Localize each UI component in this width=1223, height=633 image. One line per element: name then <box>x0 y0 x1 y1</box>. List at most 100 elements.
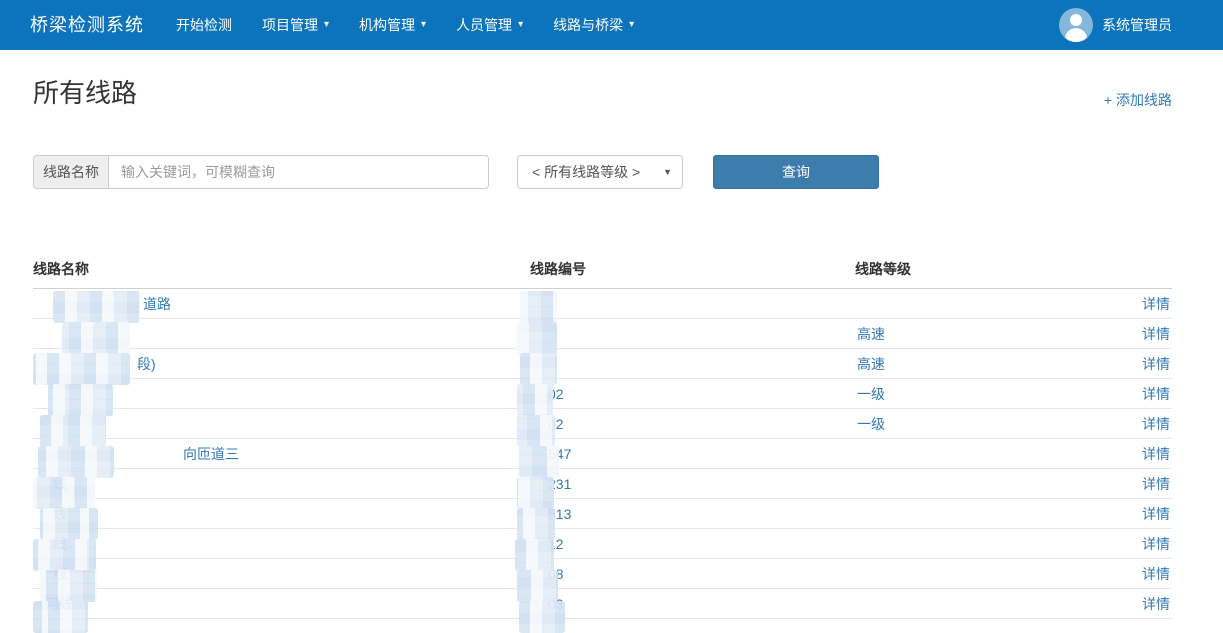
line-name-text: 河线 <box>33 596 73 612</box>
header-line-grade: 线路等级 <box>855 245 1139 289</box>
line-name-text: 线 <box>33 536 67 552</box>
detail-link[interactable]: 详情 <box>1142 386 1172 402</box>
line-number-text: 08 <box>530 566 564 582</box>
line-grade-cell: 高速 <box>855 319 1139 349</box>
table-header-row: 线路名称 线路编号 线路等级 <box>33 245 1172 289</box>
line-name-cell <box>33 319 530 349</box>
line-grade-text: 高速 <box>855 354 885 374</box>
line-grade-text: 一级 <box>855 384 885 404</box>
line-action-cell: 详情 <box>1139 379 1172 409</box>
line-level-select[interactable]: < 所有线路等级 > ▼ <box>517 155 683 189</box>
detail-link[interactable]: 详情 <box>1142 566 1172 582</box>
detail-link[interactable]: 详情 <box>1142 296 1172 312</box>
table-row: 向匝道三 547 详情 <box>33 439 1172 469</box>
line-number-cell: 231 <box>530 469 855 499</box>
detail-link[interactable]: 详情 <box>1142 536 1172 552</box>
line-grade-cell: 一级 <box>855 409 1139 439</box>
line-number-cell <box>530 319 855 349</box>
header-action <box>1139 245 1172 289</box>
table-row: 线 12 详情 <box>33 529 1172 559</box>
line-number-cell: 02 <box>530 379 855 409</box>
line-name-cell: 线 <box>33 529 530 559</box>
user-menu[interactable]: 系统管理员 <box>1059 0 1172 50</box>
select-caret-down-icon: ▼ <box>663 167 672 177</box>
nav-item-label: 机构管理 <box>359 0 415 50</box>
keyword-input[interactable] <box>108 155 489 189</box>
table-row: 道路 详情 <box>33 289 1172 319</box>
line-action-cell: 详情 <box>1139 289 1172 319</box>
app-brand[interactable]: 桥梁检测系统 <box>30 0 144 50</box>
caret-down-icon: ▾ <box>629 0 634 50</box>
line-action-cell: 详情 <box>1139 499 1172 529</box>
nav-item-label: 人员管理 <box>456 0 512 50</box>
nav-item-label: 开始检测 <box>176 0 232 50</box>
detail-link[interactable]: 详情 <box>1142 506 1172 522</box>
line-grade-text: 高速 <box>855 324 885 344</box>
line-number-text: 12 <box>530 536 564 552</box>
table-row: 高速 详情 <box>33 319 1172 349</box>
line-grade-cell <box>855 529 1139 559</box>
nav-item-0[interactable]: 开始检测 <box>161 0 247 50</box>
line-number-cell: 547 <box>530 439 855 469</box>
detail-link[interactable]: 详情 <box>1142 356 1172 372</box>
line-action-cell: 详情 <box>1139 529 1172 559</box>
line-grade-cell <box>855 439 1139 469</box>
line-number-text: 231 <box>530 476 571 492</box>
line-name-cell: 线 <box>33 469 530 499</box>
query-button[interactable]: 查询 <box>713 155 879 189</box>
add-line-link[interactable]: + 添加线路 <box>1104 90 1172 110</box>
line-number-cell <box>530 349 855 379</box>
line-number-text: 02 <box>530 416 564 432</box>
nav-item-3[interactable]: 人员管理▾ <box>441 0 538 50</box>
line-action-cell: 详情 <box>1139 439 1172 469</box>
detail-link[interactable]: 详情 <box>1142 476 1172 492</box>
line-number-cell <box>530 289 855 319</box>
line-name-cell: 向匝道三 <box>33 439 530 469</box>
caret-down-icon: ▾ <box>421 0 426 50</box>
line-name-text: 线 <box>33 566 67 582</box>
nav-item-1[interactable]: 项目管理▾ <box>247 0 344 50</box>
lines-table: 线路名称 线路编号 线路等级 道路 详情 高速 详情 段) 高速 详情 <box>33 245 1172 619</box>
line-number-cell: 513 <box>530 499 855 529</box>
line-number-cell: 03 <box>530 589 855 619</box>
line-action-cell: 详情 <box>1139 559 1172 589</box>
detail-link[interactable]: 详情 <box>1142 596 1172 612</box>
line-number-text: 513 <box>530 506 571 522</box>
line-name-text: 道路 <box>33 296 171 312</box>
line-action-cell: 详情 <box>1139 469 1172 499</box>
user-avatar-icon <box>1059 8 1093 42</box>
line-name-text: 段) <box>33 356 156 372</box>
detail-link[interactable]: 详情 <box>1142 326 1172 342</box>
line-number-cell: 12 <box>530 529 855 559</box>
table-row: 线 08 详情 <box>33 559 1172 589</box>
line-action-cell: 详情 <box>1139 409 1172 439</box>
table-row: 线 513 详情 <box>33 499 1172 529</box>
header-line-name: 线路名称 <box>33 245 530 289</box>
nav-item-2[interactable]: 机构管理▾ <box>344 0 441 50</box>
line-number-cell: 08 <box>530 559 855 589</box>
line-action-cell: 详情 <box>1139 589 1172 619</box>
line-grade-cell <box>855 289 1139 319</box>
page-title: 所有线路 <box>33 76 137 110</box>
nav-item-label: 项目管理 <box>262 0 318 50</box>
line-grade-cell: 高速 <box>855 349 1139 379</box>
line-grade-cell <box>855 499 1139 529</box>
table-row: 段) 高速 详情 <box>33 349 1172 379</box>
line-number-text: 02 <box>530 386 564 402</box>
main-content: 所有线路 + 添加线路 线路名称 < 所有线路等级 > ▼ 查询 线路名称 线路… <box>0 50 1223 619</box>
line-grade-text: 一级 <box>855 414 885 434</box>
line-name-cell: 线 <box>33 499 530 529</box>
nav-item-4[interactable]: 线路与桥梁▾ <box>538 0 649 50</box>
search-form: 线路名称 < 所有线路等级 > ▼ 查询 <box>33 155 1172 189</box>
line-grade-cell: 一级 <box>855 379 1139 409</box>
line-number-cell: 02 <box>530 409 855 439</box>
top-navbar: 桥梁检测系统 开始检测项目管理▾机构管理▾人员管理▾线路与桥梁▾ 系统管理员 <box>0 0 1223 50</box>
detail-link[interactable]: 详情 <box>1142 416 1172 432</box>
line-level-selected-value: < 所有线路等级 > <box>532 162 640 182</box>
line-name-text: 线 <box>33 476 67 492</box>
line-name-cell <box>33 379 530 409</box>
line-name-text: 向匝道三 <box>33 446 239 462</box>
avatar-head <box>1070 14 1082 26</box>
detail-link[interactable]: 详情 <box>1142 446 1172 462</box>
line-grade-cell <box>855 589 1139 619</box>
